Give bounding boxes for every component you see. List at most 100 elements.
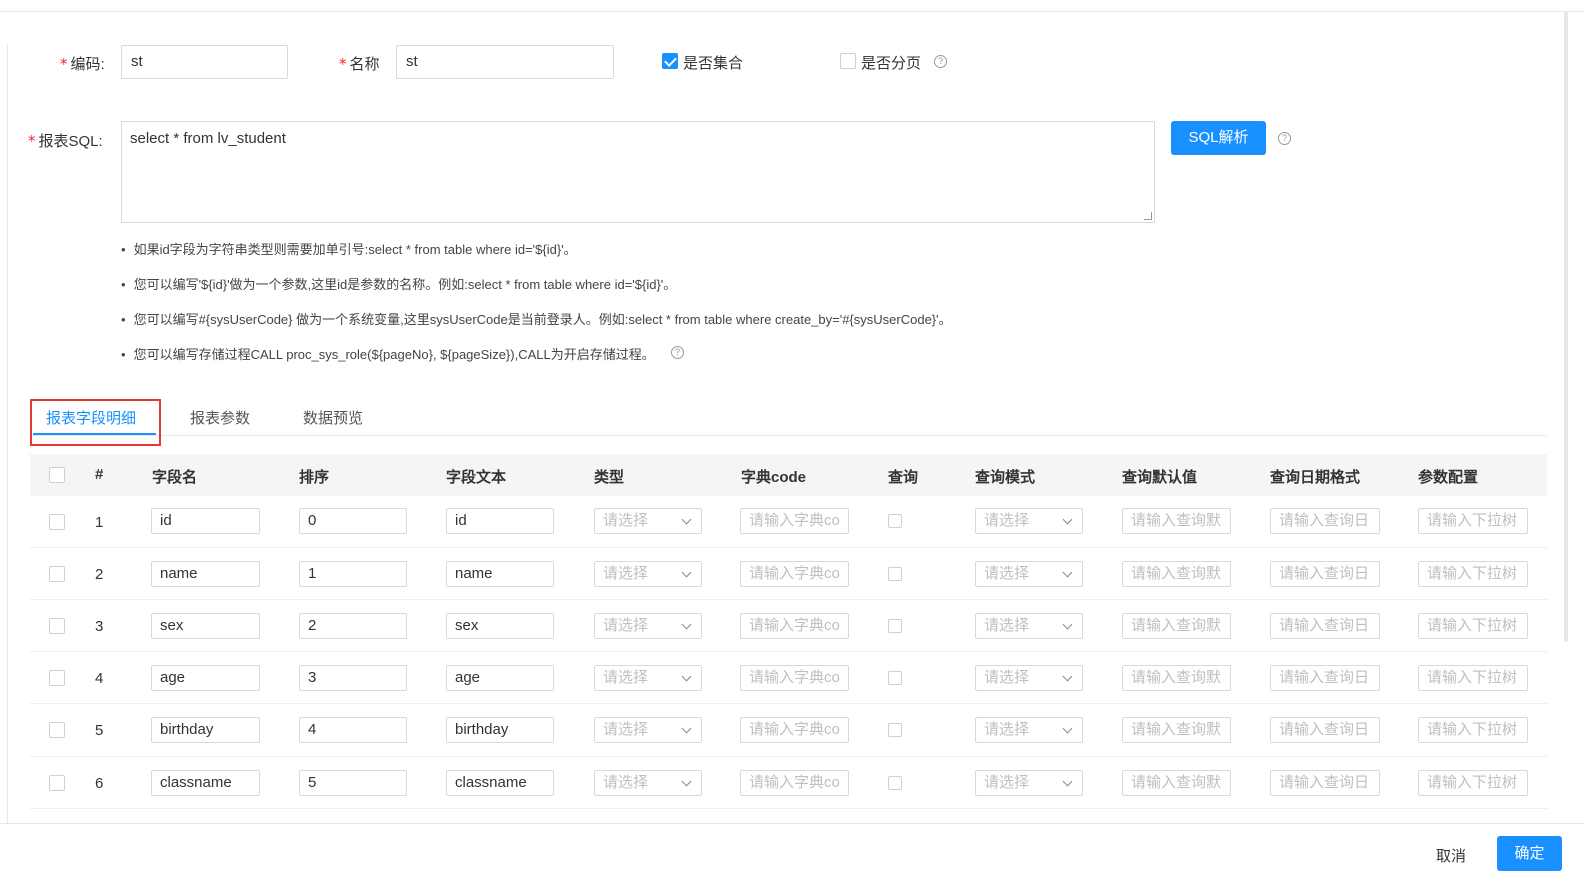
dict-code-input[interactable]: 请输入字典co bbox=[740, 717, 849, 743]
field-name-input[interactable]: age bbox=[151, 665, 260, 691]
query-default-input[interactable]: 请输入查询默 bbox=[1122, 665, 1231, 691]
field-name-input[interactable]: id bbox=[151, 508, 260, 534]
is-collection-checkbox[interactable] bbox=[662, 53, 678, 69]
param-config-input[interactable]: 请输入下拉树 bbox=[1418, 561, 1528, 587]
tab-report-params[interactable]: 报表参数 bbox=[190, 407, 250, 428]
chevron-down-icon bbox=[681, 671, 692, 682]
sql-textarea[interactable]: select * from lv_student bbox=[121, 121, 1155, 223]
query-default-input[interactable]: 请输入查询默 bbox=[1122, 770, 1231, 796]
chevron-down-icon bbox=[681, 723, 692, 734]
code-input[interactable]: st bbox=[121, 45, 288, 79]
row-checkbox[interactable] bbox=[49, 566, 65, 582]
row-checkbox[interactable] bbox=[49, 775, 65, 791]
field-text-input[interactable]: birthday bbox=[446, 717, 554, 743]
query-mode-select[interactable]: 请选择 bbox=[975, 665, 1083, 691]
confirm-button[interactable]: 确定 bbox=[1497, 836, 1562, 871]
query-checkbox[interactable] bbox=[888, 776, 902, 790]
param-config-input[interactable]: 请输入下拉树 bbox=[1418, 665, 1528, 691]
type-select[interactable]: 请选择 bbox=[594, 613, 702, 639]
chevron-down-icon bbox=[1062, 567, 1073, 578]
row-checkbox[interactable] bbox=[49, 514, 65, 530]
order-input[interactable]: 0 bbox=[299, 508, 407, 534]
query-date-format-input[interactable]: 请输入查询日 bbox=[1270, 561, 1380, 587]
query-mode-select[interactable]: 请选择 bbox=[975, 717, 1083, 743]
type-select[interactable]: 请选择 bbox=[594, 508, 702, 534]
query-default-input[interactable]: 请输入查询默 bbox=[1122, 717, 1231, 743]
order-input[interactable]: 5 bbox=[299, 770, 407, 796]
order-input[interactable]: 3 bbox=[299, 665, 407, 691]
tab-data-preview[interactable]: 数据预览 bbox=[303, 407, 363, 428]
query-date-format-input[interactable]: 请输入查询日 bbox=[1270, 508, 1380, 534]
dict-code-input[interactable]: 请输入字典co bbox=[740, 508, 849, 534]
query-default-input[interactable]: 请输入查询默 bbox=[1122, 508, 1231, 534]
col-header-order: 排序 bbox=[299, 469, 330, 486]
field-name-input[interactable]: sex bbox=[151, 613, 260, 639]
query-date-format-input[interactable]: 请输入查询日 bbox=[1270, 665, 1380, 691]
is-collection-label: 是否集合 bbox=[683, 55, 744, 72]
field-name-input[interactable]: classname bbox=[151, 770, 260, 796]
type-select[interactable]: 请选择 bbox=[594, 561, 702, 587]
tip-item: 您可以编写'${id}'做为一个参数,这里id是参数的名称。例如:select … bbox=[121, 274, 677, 293]
dict-code-input[interactable]: 请输入字典co bbox=[740, 770, 849, 796]
query-mode-select[interactable]: 请选择 bbox=[975, 613, 1083, 639]
help-icon[interactable]: ? bbox=[671, 346, 684, 359]
query-default-input[interactable]: 请输入查询默 bbox=[1122, 613, 1231, 639]
type-select[interactable]: 请选择 bbox=[594, 770, 702, 796]
query-date-format-input[interactable]: 请输入查询日 bbox=[1270, 770, 1380, 796]
param-config-input[interactable]: 请输入下拉树 bbox=[1418, 717, 1528, 743]
field-text-input[interactable]: id bbox=[446, 508, 554, 534]
query-checkbox[interactable] bbox=[888, 671, 902, 685]
query-date-format-input[interactable]: 请输入查询日 bbox=[1270, 613, 1380, 639]
select-all-checkbox[interactable] bbox=[49, 467, 65, 483]
query-default-input[interactable]: 请输入查询默 bbox=[1122, 561, 1231, 587]
dict-code-input[interactable]: 请输入字典co bbox=[740, 613, 849, 639]
sql-parse-button[interactable]: SQL解析 bbox=[1171, 121, 1266, 155]
chevron-down-icon bbox=[1062, 671, 1073, 682]
row-checkbox[interactable] bbox=[49, 618, 65, 634]
dict-code-input[interactable]: 请输入字典co bbox=[740, 665, 849, 691]
footer-divider bbox=[0, 823, 1584, 824]
cancel-button[interactable]: 取消 bbox=[1436, 845, 1466, 866]
param-config-input[interactable]: 请输入下拉树 bbox=[1418, 613, 1528, 639]
field-name-input[interactable]: name bbox=[151, 561, 260, 587]
col-header-dict-code: 字典code bbox=[741, 469, 807, 486]
param-config-input[interactable]: 请输入下拉树 bbox=[1418, 508, 1528, 534]
order-input[interactable]: 2 bbox=[299, 613, 407, 639]
field-text-input[interactable]: sex bbox=[446, 613, 554, 639]
query-mode-select[interactable]: 请选择 bbox=[975, 508, 1083, 534]
field-text-input[interactable]: name bbox=[446, 561, 554, 587]
is-paged-checkbox[interactable] bbox=[840, 53, 856, 69]
param-config-input[interactable]: 请输入下拉树 bbox=[1418, 770, 1528, 796]
order-input[interactable]: 1 bbox=[299, 561, 407, 587]
query-date-format-input[interactable]: 请输入查询日 bbox=[1270, 717, 1380, 743]
field-name-input[interactable]: birthday bbox=[151, 717, 260, 743]
help-icon[interactable]: ? bbox=[934, 55, 947, 68]
scrollbar[interactable] bbox=[1564, 12, 1568, 642]
resize-handle-icon[interactable] bbox=[1144, 212, 1152, 220]
query-checkbox[interactable] bbox=[888, 567, 902, 581]
row-checkbox[interactable] bbox=[49, 722, 65, 738]
dict-code-input[interactable]: 请输入字典co bbox=[740, 561, 849, 587]
name-input[interactable]: st bbox=[396, 45, 614, 79]
sql-label: * 报表SQL: bbox=[28, 132, 103, 150]
col-header-query-date-format: 查询日期格式 bbox=[1270, 469, 1361, 486]
row-number: 6 bbox=[95, 775, 104, 792]
sql-text: select * from lv_student bbox=[130, 130, 286, 147]
top-divider bbox=[0, 11, 1584, 12]
type-select[interactable]: 请选择 bbox=[594, 717, 702, 743]
row-checkbox[interactable] bbox=[49, 670, 65, 686]
row-divider bbox=[30, 703, 1547, 704]
query-checkbox[interactable] bbox=[888, 514, 902, 528]
order-input[interactable]: 4 bbox=[299, 717, 407, 743]
help-icon[interactable]: ? bbox=[1278, 132, 1291, 145]
field-text-input[interactable]: age bbox=[446, 665, 554, 691]
query-checkbox[interactable] bbox=[888, 619, 902, 633]
row-divider bbox=[30, 651, 1547, 652]
query-checkbox[interactable] bbox=[888, 723, 902, 737]
chevron-down-icon bbox=[1062, 723, 1073, 734]
row-number: 4 bbox=[95, 670, 104, 687]
type-select[interactable]: 请选择 bbox=[594, 665, 702, 691]
query-mode-select[interactable]: 请选择 bbox=[975, 561, 1083, 587]
field-text-input[interactable]: classname bbox=[446, 770, 554, 796]
query-mode-select[interactable]: 请选择 bbox=[975, 770, 1083, 796]
